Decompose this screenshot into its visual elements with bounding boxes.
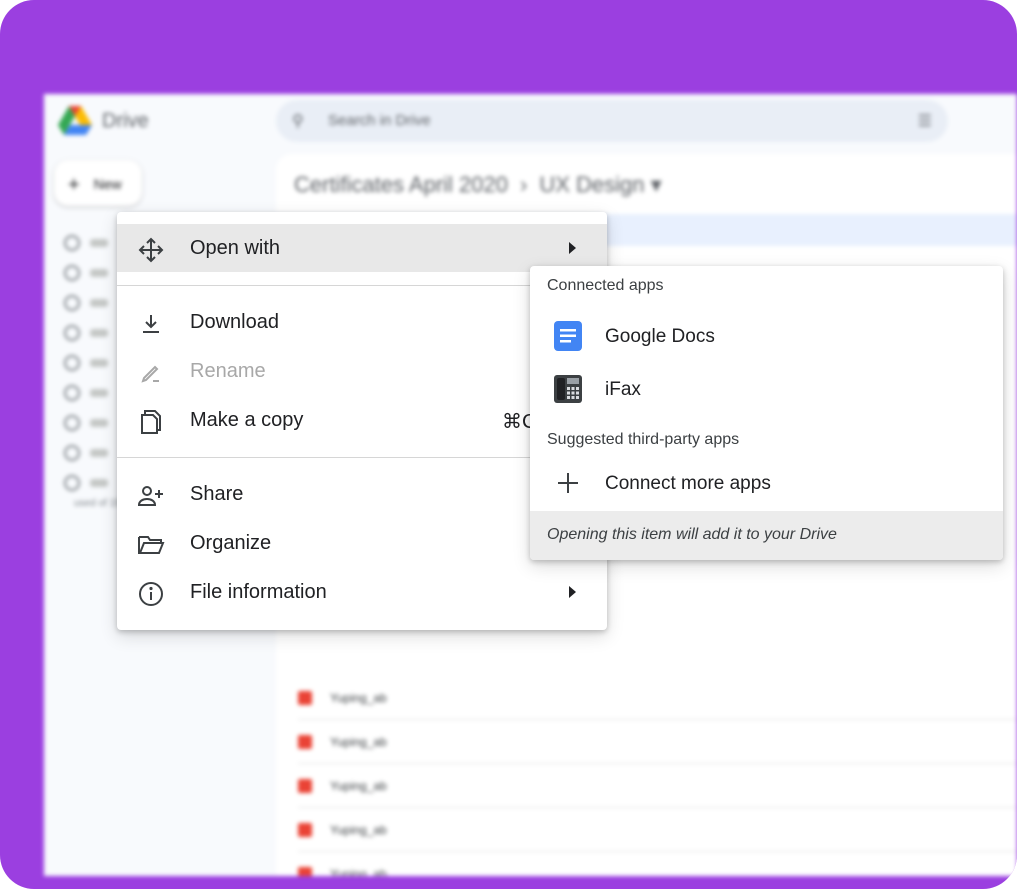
sidebar-item[interactable]: [64, 318, 124, 348]
nav-icon: [64, 445, 80, 461]
google-docs-icon: [553, 321, 583, 351]
file-row[interactable]: Yuping_ab: [298, 852, 1017, 876]
app-name: Drive: [102, 110, 149, 132]
connect-more-apps-item[interactable]: Connect more apps: [530, 459, 1003, 507]
search-placeholder: Search in Drive: [328, 112, 431, 129]
sidebar-item[interactable]: [64, 438, 124, 468]
pdf-icon: [298, 690, 312, 705]
app-item-google-docs[interactable]: Google Docs: [530, 312, 1003, 360]
file-name: Yuping_ab: [330, 734, 387, 749]
file-row[interactable]: Yuping_ab: [298, 676, 1017, 720]
share-person-icon: [137, 482, 165, 510]
open-with-submenu: Connected apps Google Docs iFax Suggeste…: [530, 266, 1003, 560]
file-name: Yuping_ab: [330, 690, 387, 705]
submenu-arrow-icon: [569, 586, 576, 598]
menu-item-label: Open with: [190, 237, 281, 259]
dropdown-caret-icon[interactable]: ▾: [651, 172, 662, 197]
suggested-apps-heading: Suggested third-party apps: [547, 431, 740, 448]
submenu-arrow-icon: [569, 242, 576, 254]
menu-item-file-information[interactable]: File information: [117, 568, 607, 616]
pdf-icon: [298, 778, 312, 793]
sidebar-item[interactable]: [64, 408, 124, 438]
nav-icon: [64, 265, 80, 281]
sidebar-item[interactable]: [64, 288, 124, 318]
info-icon: [137, 580, 165, 608]
pdf-icon: [298, 866, 312, 876]
breadcrumb-item[interactable]: UX Design: [539, 172, 644, 197]
folder-open-icon: [137, 531, 165, 559]
file-name: Yuping_ab: [330, 866, 387, 877]
file-name: Yuping_ab: [330, 778, 387, 793]
menu-item-open-with[interactable]: Open with: [117, 224, 607, 272]
menu-item-label: Download: [190, 311, 279, 333]
search-icon: ⚲: [292, 113, 304, 130]
menu-item-label: Share: [190, 483, 244, 505]
app-label: Google Docs: [605, 326, 715, 347]
filter-icon[interactable]: ☰: [918, 111, 932, 131]
new-button-label: New: [93, 176, 122, 193]
sidebar-item[interactable]: [64, 378, 124, 408]
plus-icon: [553, 468, 583, 498]
app-item-ifax[interactable]: iFax: [530, 365, 1003, 413]
menu-item-label: Make a copy: [190, 409, 304, 431]
sidebar-item[interactable]: [64, 228, 124, 258]
nav-icon: [64, 415, 80, 431]
file-row[interactable]: Yuping_ab: [298, 720, 1017, 764]
open-with-icon: [137, 236, 165, 264]
connect-more-apps-label: Connect more apps: [605, 473, 771, 494]
pdf-icon: [298, 734, 312, 749]
app-label: iFax: [605, 379, 641, 400]
menu-item-label: File information: [190, 581, 327, 603]
footer-note: Opening this item will add it to your Dr…: [547, 526, 837, 543]
fax-machine-icon: [553, 374, 583, 404]
sidebar-nav: [64, 228, 124, 498]
submenu-footer: Opening this item will add it to your Dr…: [530, 511, 1003, 560]
pdf-icon: [298, 822, 312, 837]
plus-icon: +: [68, 174, 80, 196]
rename-icon: [137, 359, 165, 387]
sidebar-item[interactable]: [64, 348, 124, 378]
file-name: Yuping_ab: [330, 822, 387, 837]
file-row[interactable]: Yuping_ab: [298, 764, 1017, 808]
sidebar-item[interactable]: [64, 468, 124, 498]
sidebar-item[interactable]: [64, 258, 124, 288]
file-row[interactable]: Yuping_ab: [298, 808, 1017, 852]
search-bar[interactable]: ⚲ Search in Drive ☰: [276, 100, 948, 142]
breadcrumb-separator: ›: [520, 172, 528, 197]
breadcrumb-item[interactable]: Certificates April 2020: [294, 172, 508, 197]
nav-icon: [64, 355, 80, 371]
download-icon: [137, 310, 165, 338]
menu-item-label: Organize: [190, 532, 272, 554]
menu-item-label: Rename: [190, 360, 266, 382]
nav-icon: [64, 385, 80, 401]
drive-logo-icon: [58, 106, 92, 135]
nav-icon: [64, 235, 80, 251]
new-button[interactable]: + New: [54, 160, 142, 206]
copy-icon: [137, 408, 165, 436]
breadcrumb: Certificates April 2020 › UX Design ▾: [294, 172, 662, 198]
nav-icon: [64, 295, 80, 311]
nav-icon: [64, 325, 80, 341]
nav-icon: [64, 475, 80, 491]
connected-apps-heading: Connected apps: [547, 277, 664, 294]
